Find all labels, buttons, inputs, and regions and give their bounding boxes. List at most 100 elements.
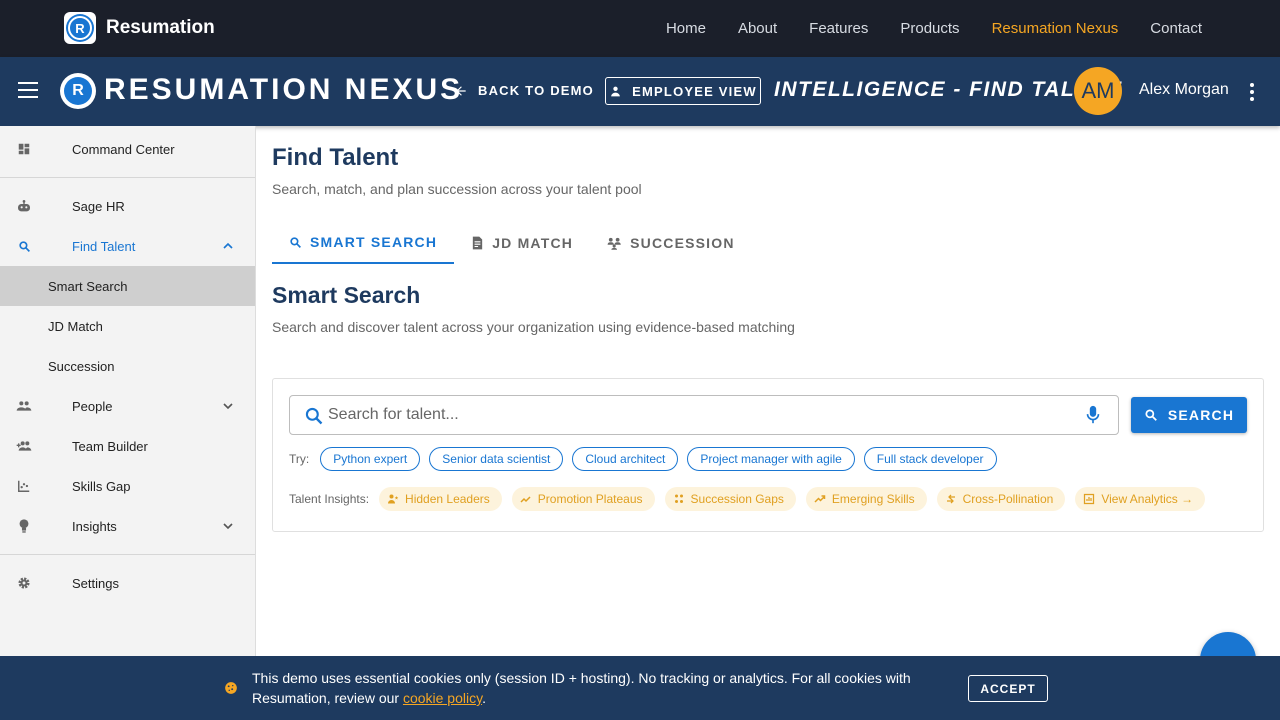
sidebar-item-people[interactable]: People [0, 386, 255, 426]
tab-bar: SMART SEARCH JD MATCH SUCCESSION [272, 222, 752, 264]
tab-jd-match[interactable]: JD MATCH [454, 222, 590, 264]
microphone-icon[interactable] [1086, 405, 1100, 425]
user-name: Alex Morgan [1139, 81, 1229, 98]
site-link-home[interactable]: Home [666, 20, 706, 37]
sidebar-item-label: Sage HR [72, 198, 125, 214]
insight-chip-promotion-plateaus[interactable]: Promotion Plateaus [511, 487, 655, 511]
cookie-icon [225, 682, 237, 694]
insight-chip-succession-gaps[interactable]: Succession Gaps [664, 487, 796, 511]
sidebar-item-succession[interactable]: Succession [0, 346, 255, 386]
app-bar: R RESUMATION NEXUS BACK TO DEMO EMPLOYEE… [0, 57, 1280, 126]
sidebar-item-settings[interactable]: Settings [0, 563, 255, 603]
app-logo: R [60, 73, 96, 109]
sidebar-item-smart-search[interactable]: Smart Search [0, 266, 255, 306]
site-link-resumation-nexus[interactable]: Resumation Nexus [992, 20, 1119, 37]
sidebar-item-jd-match[interactable]: JD Match [0, 306, 255, 346]
sidebar-item-label: JD Match [48, 318, 103, 334]
sidebar-item-insights[interactable]: Insights [0, 506, 255, 546]
sidebar-item-label: Find Talent [72, 238, 136, 254]
site-link-about[interactable]: About [738, 20, 777, 37]
search-button-label: SEARCH [1167, 407, 1235, 423]
insight-chip-emerging-skills[interactable]: Emerging Skills [805, 487, 927, 511]
sidebar: Command Center Sage HR Find Talent Smart… [0, 126, 256, 720]
app-logo-letter: R [64, 77, 92, 105]
sidebar-item-command-center[interactable]: Command Center [0, 129, 255, 169]
suggestion-chip[interactable]: Senior data scientist [429, 447, 564, 471]
brand-logo: R [64, 12, 96, 44]
insight-chip-cross-pollination[interactable]: Cross-Pollination [936, 487, 1066, 511]
insights-label: Talent Insights: [289, 492, 370, 506]
group-icon [674, 494, 683, 503]
accept-cookies-button[interactable]: ACCEPT [968, 675, 1048, 702]
tab-succession[interactable]: SUCCESSION [590, 222, 752, 264]
group-add-icon [16, 438, 32, 454]
hierarchy-icon [607, 237, 621, 250]
insight-chip-label: Promotion Plateaus [537, 492, 643, 506]
suggestion-chip[interactable]: Python expert [320, 447, 421, 471]
insight-chip-label: Hidden Leaders [405, 492, 490, 506]
sidebar-divider [0, 177, 255, 178]
cookie-policy-link[interactable]: cookie policy [403, 690, 482, 706]
search-icon [16, 238, 32, 254]
trending-up-icon [814, 495, 826, 503]
page-subtitle: Search, match, and plan succession acros… [272, 181, 642, 197]
analytics-icon [1084, 493, 1095, 505]
search-icon [290, 236, 301, 248]
sidebar-item-label: Command Center [72, 141, 175, 157]
person-star-icon [388, 494, 399, 504]
insight-chip-label: Cross-Pollination [962, 492, 1054, 506]
cookie-text-end: . [482, 690, 486, 706]
avatar[interactable]: AM [1074, 67, 1122, 115]
sidebar-item-label: People [72, 398, 113, 414]
chevron-down-icon[interactable] [220, 518, 236, 534]
employee-view-button[interactable]: EMPLOYEE VIEW [605, 77, 761, 105]
site-link-contact[interactable]: Contact [1150, 20, 1202, 37]
cookie-text: This demo uses essential cookies only (s… [252, 670, 911, 706]
sidebar-item-find-talent[interactable]: Find Talent [0, 226, 255, 266]
suggestion-chip[interactable]: Project manager with agile [687, 447, 855, 471]
dashboard-icon [16, 141, 32, 157]
main-content: Find Talent Search, match, and plan succ… [256, 126, 1280, 656]
search-icon [305, 407, 323, 425]
sidebar-item-label: Team Builder [72, 438, 148, 454]
document-icon [473, 236, 483, 250]
more-vert-icon[interactable] [1248, 83, 1256, 101]
search-card: SEARCH Try: Python expert Senior data sc… [272, 378, 1264, 532]
insight-chip-hidden-leaders[interactable]: Hidden Leaders [379, 487, 502, 511]
site-link-products[interactable]: Products [900, 20, 959, 37]
back-to-demo-button[interactable]: BACK TO DEMO [454, 83, 594, 98]
gear-icon [16, 575, 32, 591]
tab-smart-search[interactable]: SMART SEARCH [272, 222, 455, 264]
chevron-down-icon[interactable] [220, 398, 236, 414]
sidebar-item-team-builder[interactable]: Team Builder [0, 426, 255, 466]
search-field[interactable] [289, 395, 1119, 435]
tab-label: JD MATCH [492, 235, 574, 251]
suggestion-chip[interactable]: Cloud architect [572, 447, 679, 471]
section-heading: Smart Search [272, 282, 421, 308]
swap-icon [946, 494, 955, 504]
suggestion-chip[interactable]: Full stack developer [863, 447, 997, 471]
search-input[interactable] [328, 402, 1068, 428]
insight-chip-view-analytics[interactable]: View Analytics → [1075, 487, 1206, 511]
sidebar-item-skills-gap[interactable]: Skills Gap [0, 466, 255, 506]
site-brand[interactable]: R Resumation [64, 12, 215, 44]
site-navbar: R Resumation Home About Features Product… [0, 0, 1280, 57]
chart-icon [16, 478, 32, 494]
sidebar-item-sage-hr[interactable]: Sage HR [0, 186, 255, 226]
app-title: RESUMATION NEXUS [104, 73, 464, 106]
back-to-demo-label: BACK TO DEMO [478, 83, 594, 98]
arrow-back-icon [456, 85, 466, 96]
trend-flat-icon [520, 496, 531, 503]
employee-view-label: EMPLOYEE VIEW [632, 83, 757, 99]
chevron-up-icon[interactable] [220, 238, 236, 254]
site-link-features[interactable]: Features [809, 20, 868, 37]
sidebar-item-label: Succession [48, 358, 115, 374]
sidebar-item-label: Skills Gap [72, 478, 131, 494]
search-button[interactable]: SEARCH [1131, 397, 1247, 433]
insight-chip-label: View Analytics → [1101, 492, 1194, 506]
sidebar-item-label: Settings [72, 575, 119, 591]
hamburger-menu-icon[interactable] [18, 82, 38, 98]
suggestions-row: Try: Python expert Senior data scientist… [289, 447, 997, 471]
site-links: Home About Features Products Resumation … [666, 0, 1202, 57]
brand-name: Resumation [106, 17, 215, 38]
